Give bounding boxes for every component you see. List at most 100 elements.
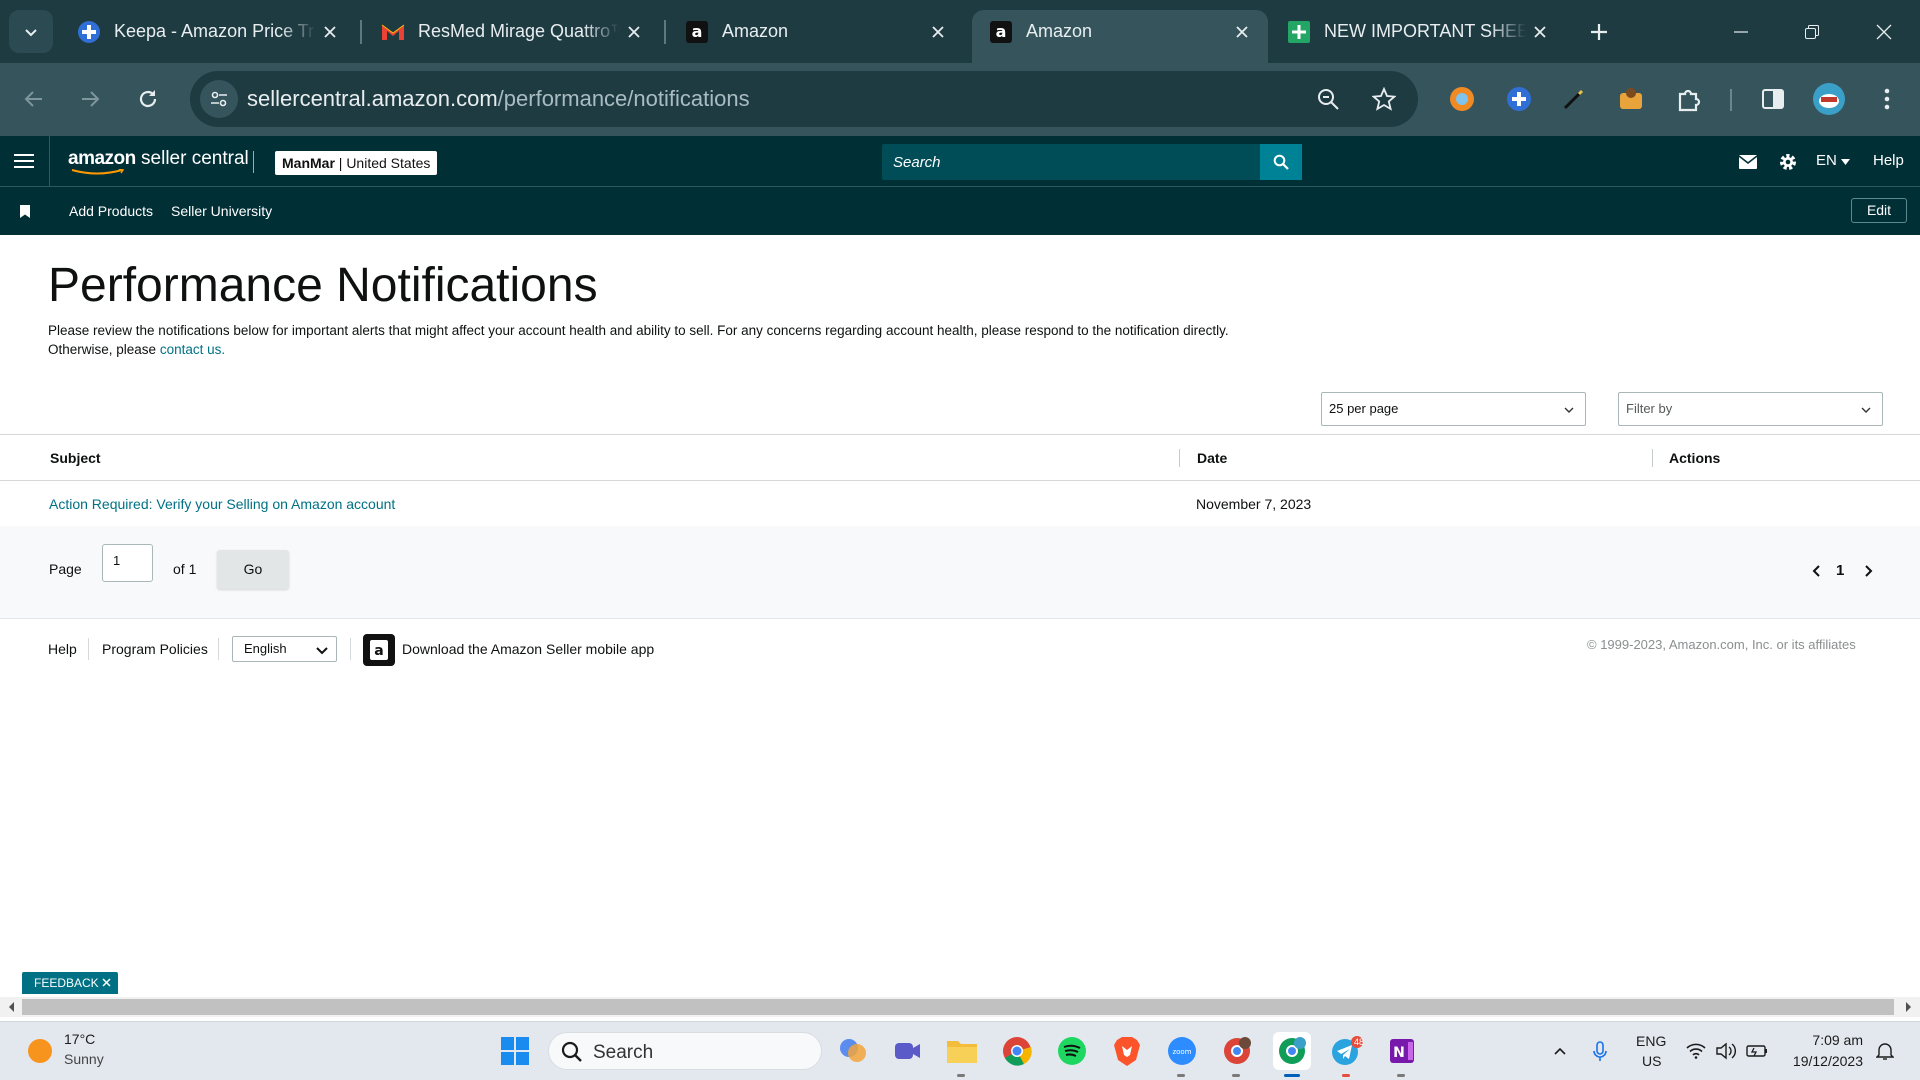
chrome-profile-icon[interactable]: [1218, 1032, 1256, 1077]
per-page-select[interactable]: 25 per page: [1321, 392, 1586, 426]
close-icon[interactable]: [102, 978, 111, 987]
page-number-input[interactable]: 1: [102, 544, 153, 582]
scroll-right-icon[interactable]: [1902, 1001, 1914, 1013]
close-icon[interactable]: [1228, 18, 1256, 46]
sun-icon[interactable]: [28, 1039, 52, 1063]
weather-description[interactable]: Sunny: [64, 1051, 104, 1067]
footer-help-link[interactable]: Help: [48, 641, 77, 657]
teams-meet-icon[interactable]: [888, 1032, 926, 1070]
filter-by-select[interactable]: Filter by: [1618, 392, 1883, 426]
clock-date[interactable]: 19/12/2023: [1785, 1053, 1863, 1069]
nav-link-seller-university[interactable]: Seller University: [171, 203, 272, 219]
tab-sheets[interactable]: NEW IMPORTANT SHEET: [1270, 10, 1566, 53]
language-selector[interactable]: EN: [1816, 152, 1851, 169]
tab-search-button[interactable]: [9, 10, 53, 53]
current-page-number[interactable]: 1: [1836, 562, 1844, 579]
chrome-icon[interactable]: [998, 1032, 1036, 1070]
tab-amazon-active[interactable]: a Amazon: [972, 10, 1268, 63]
telegram-icon[interactable]: 48: [1328, 1032, 1366, 1077]
store-region: | United States: [334, 155, 431, 171]
forward-button[interactable]: [72, 81, 108, 117]
arrow-left-icon: [24, 91, 42, 107]
chrome-active-icon[interactable]: [1273, 1032, 1311, 1077]
address-bar[interactable]: sellercentral.amazon.com/performance/not…: [190, 71, 1418, 127]
honey-extension-icon[interactable]: [1613, 81, 1649, 117]
onenote-icon[interactable]: N: [1383, 1032, 1421, 1077]
close-icon[interactable]: [620, 18, 648, 46]
volume-icon[interactable]: [1716, 1042, 1736, 1060]
mail-icon[interactable]: [1736, 150, 1760, 174]
telegram-badge: 48: [1354, 1037, 1365, 1047]
feedback-button[interactable]: FEEDBACK: [22, 972, 118, 994]
weather-temperature[interactable]: 17°C: [64, 1031, 95, 1047]
close-icon[interactable]: [924, 18, 952, 46]
bookmark-star-icon[interactable]: [1370, 85, 1398, 113]
search-input[interactable]: [882, 144, 1260, 180]
column-header-actions: Actions: [1669, 450, 1721, 466]
download-app-link[interactable]: Download the Amazon Seller mobile app: [402, 641, 654, 657]
amazon-seller-app-icon[interactable]: a: [363, 634, 395, 666]
close-window-button[interactable]: [1861, 12, 1907, 52]
input-language[interactable]: ENG: [1636, 1033, 1666, 1049]
running-indicator: [957, 1074, 965, 1077]
horizontal-scrollbar[interactable]: [0, 997, 1920, 1017]
column-header-date[interactable]: Date: [1197, 450, 1227, 466]
column-header-subject[interactable]: Subject: [50, 450, 101, 466]
search-button[interactable]: [1260, 144, 1302, 180]
tab-title: Keepa - Amazon Price Tracker: [114, 21, 316, 41]
chevron-right-icon[interactable]: [1861, 564, 1875, 578]
extension-orange-icon[interactable]: [1444, 81, 1480, 117]
reload-button[interactable]: [130, 81, 166, 117]
microphone-icon[interactable]: [1593, 1041, 1607, 1063]
keepa-extension-icon[interactable]: [1501, 81, 1537, 117]
footer-language-select[interactable]: English: [232, 636, 337, 662]
new-tab-button[interactable]: [1584, 17, 1614, 47]
copilot-icon[interactable]: [834, 1032, 872, 1070]
back-button[interactable]: [16, 81, 52, 117]
zoom-icon[interactable]: zoom: [1163, 1032, 1201, 1077]
spotify-icon[interactable]: [1053, 1032, 1091, 1070]
edit-bookmarks-button[interactable]: Edit: [1851, 198, 1907, 223]
chevron-left-icon[interactable]: [1810, 564, 1824, 578]
side-panel-icon[interactable]: [1755, 81, 1791, 117]
input-region[interactable]: US: [1642, 1053, 1661, 1069]
tab-keepa[interactable]: Keepa - Amazon Price Tracker: [60, 10, 356, 53]
scrollbar-thumb[interactable]: [22, 999, 1894, 1015]
help-link[interactable]: Help: [1873, 152, 1904, 169]
go-button[interactable]: Go: [217, 550, 289, 589]
minimize-button[interactable]: [1718, 12, 1764, 52]
browser-tab-strip: Keepa - Amazon Price Tracker ResMed Mira…: [0, 0, 1920, 63]
close-icon[interactable]: [316, 18, 344, 46]
brave-icon[interactable]: [1108, 1032, 1146, 1070]
bookmark-icon[interactable]: [20, 205, 30, 218]
scroll-left-icon[interactable]: [6, 1001, 18, 1013]
extensions-puzzle-icon[interactable]: [1671, 81, 1707, 117]
menu-icon[interactable]: [14, 150, 34, 172]
tab-amazon[interactable]: a Amazon: [668, 10, 964, 53]
gear-icon[interactable]: [1776, 150, 1800, 174]
pen-extension-icon[interactable]: [1556, 81, 1592, 117]
close-icon[interactable]: [1526, 18, 1554, 46]
tab-gmail[interactable]: ResMed Mirage Quattro™ FX: [364, 10, 660, 53]
battery-icon[interactable]: [1746, 1044, 1768, 1058]
chevron-up-icon[interactable]: [1553, 1044, 1567, 1058]
amazon-seller-central-logo[interactable]: amazon seller central: [68, 148, 249, 175]
clock-time[interactable]: 7:09 am: [1805, 1032, 1863, 1048]
contact-us-link[interactable]: contact us.: [160, 342, 225, 357]
restore-button[interactable]: [1789, 12, 1835, 52]
notification-bell-icon[interactable]: [1876, 1041, 1894, 1061]
wifi-icon[interactable]: [1686, 1043, 1706, 1059]
store-switcher[interactable]: ManMar | United States: [275, 151, 438, 175]
sheets-icon: [1287, 20, 1311, 44]
site-info-button[interactable]: [200, 80, 238, 118]
taskbar-search[interactable]: Search: [548, 1032, 822, 1070]
nav-link-add-products[interactable]: Add Products: [69, 203, 153, 219]
zoom-icon[interactable]: [1314, 85, 1342, 113]
file-explorer-icon[interactable]: [943, 1032, 981, 1077]
profile-avatar[interactable]: [1811, 81, 1847, 117]
footer-divider: [350, 638, 351, 660]
program-policies-link[interactable]: Program Policies: [102, 641, 208, 657]
chrome-menu-icon[interactable]: [1869, 81, 1905, 117]
windows-start-icon[interactable]: [496, 1032, 534, 1070]
notification-subject-link[interactable]: Action Required: Verify your Selling on …: [49, 496, 395, 512]
